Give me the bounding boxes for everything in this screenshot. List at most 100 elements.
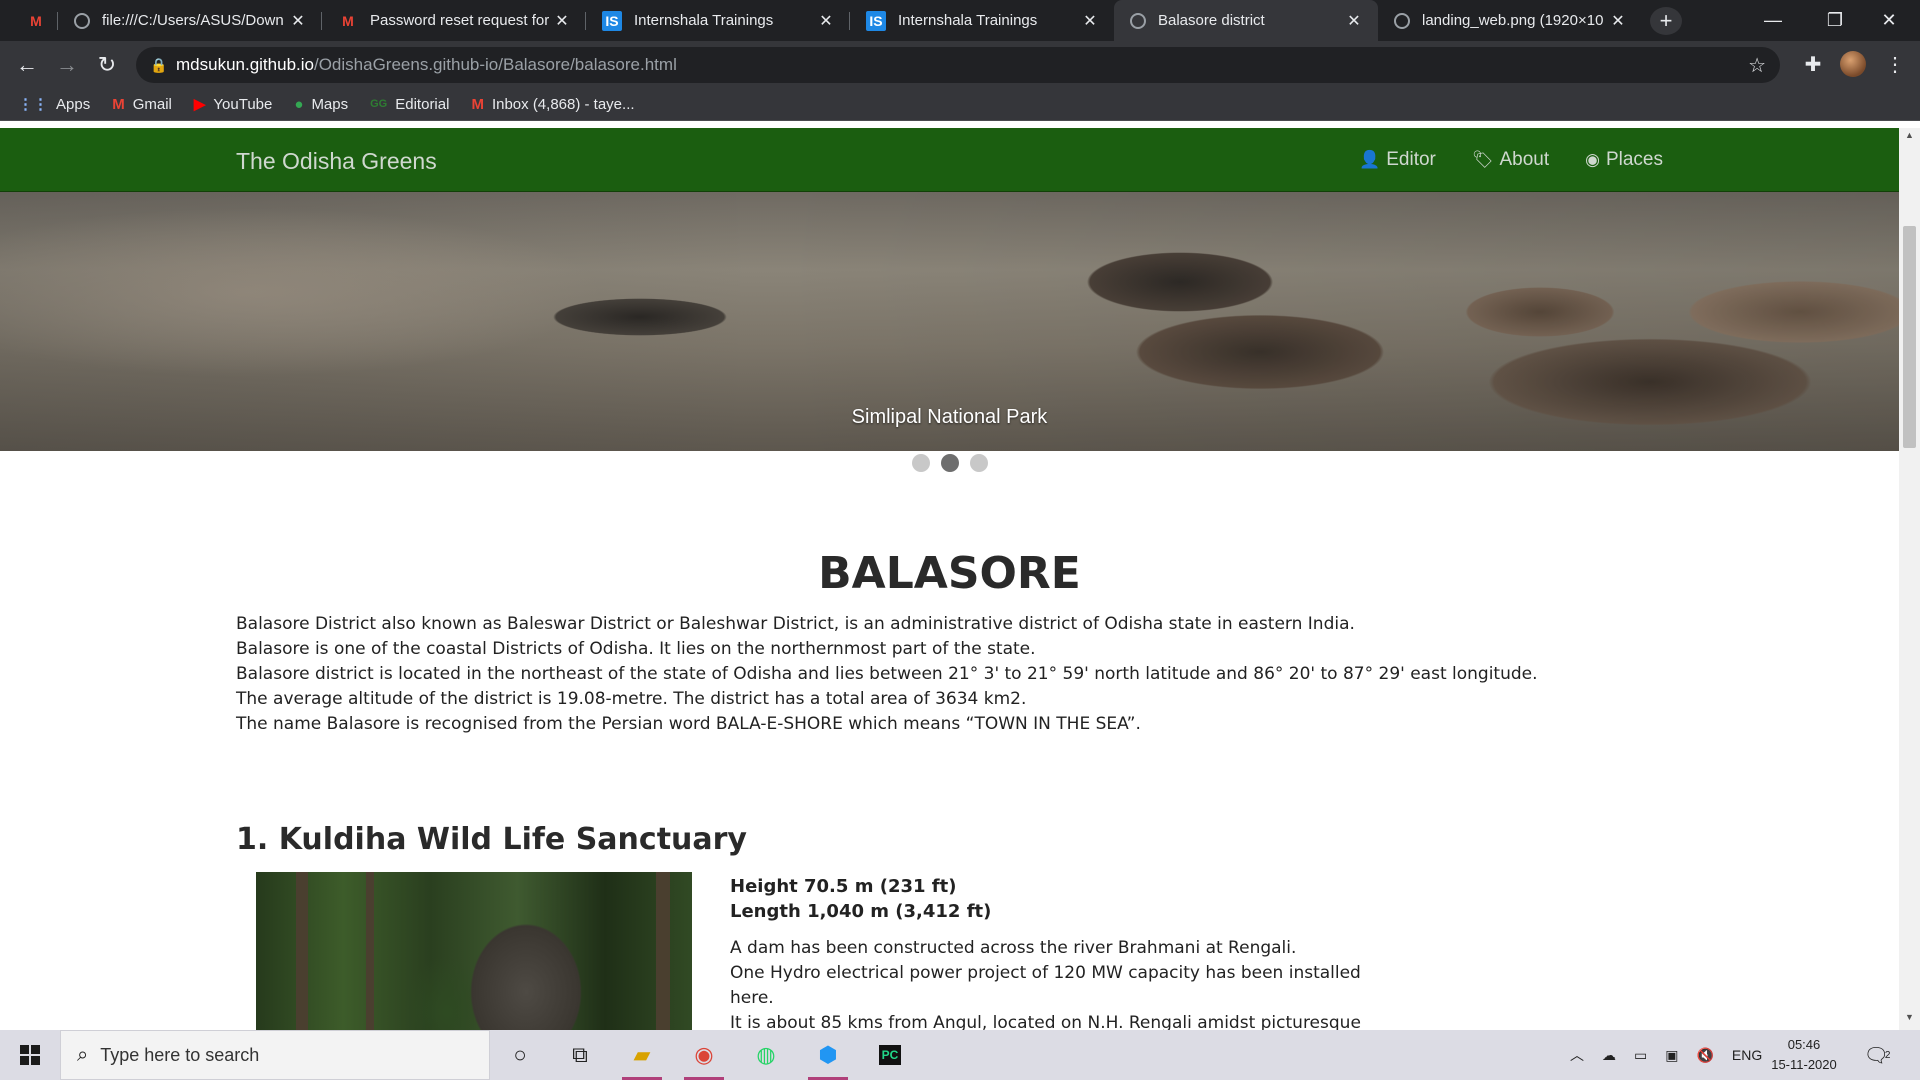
cloud-icon[interactable]: ☁ xyxy=(1602,1047,1616,1064)
intro-line: Balasore district is located in the nort… xyxy=(236,664,1538,684)
chevron-up-icon[interactable]: ︿ xyxy=(1570,1045,1584,1065)
bookmark-inbox[interactable]: M Inbox (4,868) - taye... xyxy=(471,96,634,113)
bookmark-gmail[interactable]: M Gmail xyxy=(112,96,172,113)
windows-taskbar: ⌕ Type here to search ○ ⧉ ▰ ◉ ◍ ⬢ PC ︿ ☁… xyxy=(0,1030,1920,1080)
close-icon[interactable]: ✕ xyxy=(552,11,572,31)
hero-carousel[interactable]: Simlipal National Park xyxy=(0,192,1899,451)
reload-icon[interactable]: ↻ xyxy=(91,49,123,81)
close-icon[interactable]: ✕ xyxy=(1080,11,1100,31)
pycharm-icon[interactable]: PC xyxy=(864,1030,916,1080)
tab-title: Internshala Trainings xyxy=(898,12,1038,29)
nav-label: Editor xyxy=(1386,149,1436,170)
close-icon[interactable]: ✕ xyxy=(1344,11,1364,31)
whatsapp-icon[interactable]: ◍ xyxy=(740,1030,792,1080)
close-icon[interactable]: ✕ xyxy=(288,11,308,31)
tab-gmail-pinned[interactable]: M xyxy=(8,0,58,41)
address-bar[interactable]: 🔒 mdsukun.github.io/OdishaGreens.github-… xyxy=(136,47,1780,83)
maps-pin-icon: ● xyxy=(294,95,304,113)
close-icon[interactable]: ✕ xyxy=(816,11,836,31)
editorial-icon: GG xyxy=(370,98,388,110)
globe-icon: ◉ xyxy=(1585,150,1600,169)
bookmark-label: YouTube xyxy=(213,95,273,113)
clock-date: 15-11-2020 xyxy=(1771,1057,1837,1072)
bookmark-star-icon[interactable]: ☆ xyxy=(1748,53,1766,78)
tab-file[interactable]: file:///C:/Users/ASUS/Down ✕ xyxy=(58,0,322,41)
intro-line: Balasore is one of the coastal Districts… xyxy=(236,639,1036,659)
tab-password-reset[interactable]: M Password reset request for ✕ xyxy=(322,0,586,41)
tab-title: Balasore district xyxy=(1158,12,1265,29)
bookmark-editorial[interactable]: GG Editorial xyxy=(370,96,449,113)
start-button[interactable] xyxy=(0,1030,60,1080)
extensions-puzzle-icon[interactable]: ✚ xyxy=(1798,49,1828,79)
network-icon[interactable]: ▣ xyxy=(1665,1047,1678,1064)
intro-text: Balasore District also known as Baleswar… xyxy=(236,612,1736,737)
tab-title: file:///C:/Users/ASUS/Down xyxy=(102,12,284,29)
task-view-icon[interactable]: ⧉ xyxy=(554,1030,606,1080)
carousel-caption: Simlipal National Park xyxy=(851,406,1048,428)
new-tab-button[interactable]: + xyxy=(1650,7,1682,35)
volume-muted-icon[interactable]: 🔇 xyxy=(1696,1047,1713,1064)
scroll-down-arrow[interactable]: ▼ xyxy=(1899,1012,1920,1028)
profile-avatar[interactable] xyxy=(1840,51,1866,77)
intro-line: The average altitude of the district is … xyxy=(236,689,1027,709)
tags-icon: 🏷 xyxy=(1471,150,1494,169)
gmail-icon: M xyxy=(471,95,484,113)
notification-count: 2 xyxy=(1884,1049,1891,1061)
chrome-icon[interactable]: ◉ xyxy=(678,1030,730,1080)
taskbar-search[interactable]: ⌕ Type here to search xyxy=(60,1030,490,1080)
globe-icon xyxy=(74,12,90,29)
tab-landing-web[interactable]: landing_web.png (1920×10 ✕ xyxy=(1378,0,1642,41)
lock-icon: 🔒 xyxy=(150,56,168,73)
language-indicator[interactable]: ENG xyxy=(1732,1047,1762,1063)
carousel-indicator[interactable] xyxy=(969,454,988,472)
search-placeholder: Type here to search xyxy=(100,1044,260,1065)
close-window-button[interactable]: ✕ xyxy=(1858,0,1920,41)
bookmark-label: Inbox (4,868) - taye... xyxy=(491,95,635,113)
bookmark-apps[interactable]: ⋮⋮ Apps xyxy=(18,95,90,114)
site-navbar: The Odisha Greens 👤 Editor 🏷 About ◉ Places xyxy=(0,128,1899,192)
taskbar-clock[interactable]: 05:46 15-11-2020 xyxy=(1764,1035,1844,1075)
hex-app-icon[interactable]: ⬢ xyxy=(802,1030,854,1080)
browser-toolbar: ← → ↻ 🔒 mdsukun.github.io/OdishaGreens.g… xyxy=(0,41,1920,88)
tab-internshala-1[interactable]: IS Internshala Trainings ✕ xyxy=(586,0,850,41)
height-spec: Height 70.5 m (231 ft) xyxy=(730,876,957,897)
kebab-menu-icon[interactable]: ⋮ xyxy=(1880,49,1910,79)
page-scrollbar[interactable]: ▲ ▼ xyxy=(1899,128,1920,1030)
forward-arrow-icon[interactable]: → xyxy=(51,49,83,81)
section-title: 1. Kuldiha Wild Life Sanctuary xyxy=(236,822,747,857)
nav-label: Places xyxy=(1605,149,1663,170)
minimize-button[interactable]: — xyxy=(1742,0,1804,41)
scrollbar-thumb[interactable] xyxy=(1903,226,1916,448)
carousel-indicator[interactable] xyxy=(911,454,930,472)
battery-icon[interactable]: ▭ xyxy=(1634,1047,1647,1064)
bookmark-label: Gmail xyxy=(132,95,172,113)
page-title: BALASORE xyxy=(818,548,1081,599)
tab-balasore-district[interactable]: Balasore district ✕ xyxy=(1114,0,1378,41)
desc-line: It is about 85 kms from Angul, located o… xyxy=(730,1013,1361,1030)
globe-icon xyxy=(1130,12,1146,29)
close-icon[interactable]: ✕ xyxy=(1608,11,1628,31)
bookmark-youtube[interactable]: ▶ YouTube xyxy=(194,95,273,114)
section-facts: Height 70.5 m (231 ft) Length 1,040 m (3… xyxy=(730,874,1430,1030)
bookmark-label: Maps xyxy=(311,95,349,113)
windows-logo-icon xyxy=(20,1045,40,1065)
nav-places[interactable]: ◉ Places xyxy=(1585,149,1663,171)
nav-editor[interactable]: 👤 Editor xyxy=(1359,149,1436,171)
carousel-indicator-active[interactable] xyxy=(940,454,959,472)
tab-title: Password reset request for xyxy=(370,12,550,29)
cortana-icon[interactable]: ○ xyxy=(494,1030,546,1080)
site-brand[interactable]: The Odisha Greens xyxy=(236,148,437,175)
restore-button[interactable]: ❐ xyxy=(1804,0,1866,41)
gmail-icon: M xyxy=(30,12,42,29)
back-arrow-icon[interactable]: ← xyxy=(11,49,43,81)
file-explorer-icon[interactable]: ▰ xyxy=(616,1030,668,1080)
notifications-icon[interactable]: 🗨 2 xyxy=(1862,1040,1892,1070)
nav-about[interactable]: 🏷 About xyxy=(1472,149,1549,171)
length-spec: Length 1,040 m (3,412 ft) xyxy=(730,901,992,922)
tab-internshala-2[interactable]: IS Internshala Trainings ✕ xyxy=(850,0,1114,41)
tab-title: Internshala Trainings xyxy=(634,12,774,29)
scroll-up-arrow[interactable]: ▲ xyxy=(1899,130,1920,146)
bookmark-maps[interactable]: ● Maps xyxy=(294,96,348,113)
user-icon: 👤 xyxy=(1359,150,1381,169)
carousel-indicators xyxy=(0,451,1899,475)
